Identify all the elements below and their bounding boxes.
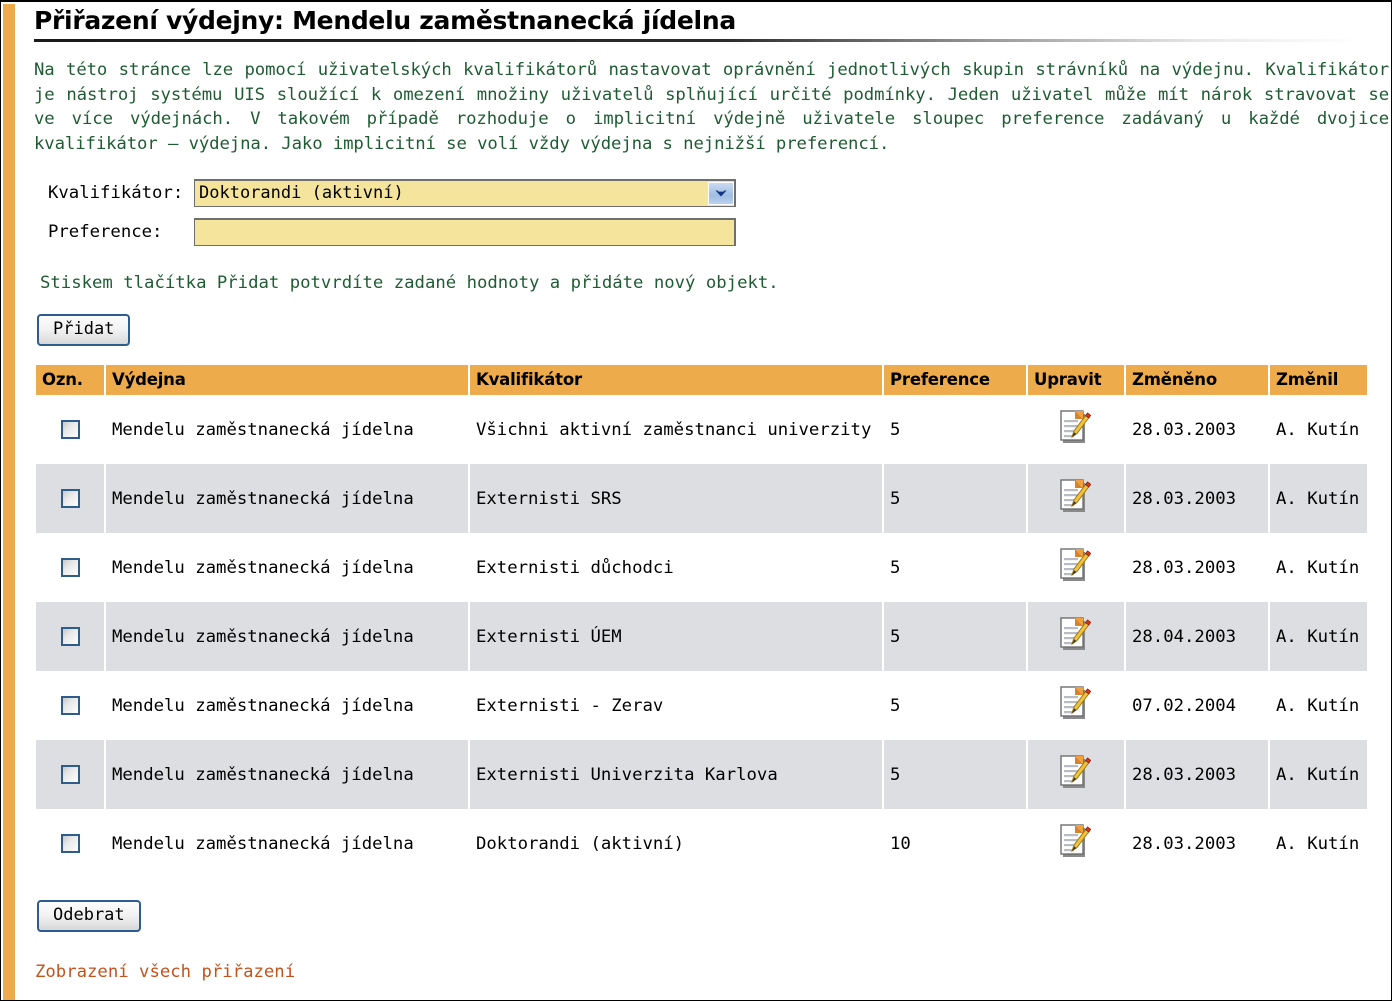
cell-canteen: Mendelu zaměstnanecká jídelna bbox=[106, 671, 468, 740]
cell-edit bbox=[1028, 671, 1124, 740]
table-row: Mendelu zaměstnanecká jídelna Externisti … bbox=[36, 671, 1367, 740]
cell-qualifier: Externisti Univerzita Karlova bbox=[470, 740, 882, 809]
cell-changed: 28.03.2003 bbox=[1126, 740, 1268, 809]
cell-qualifier: Externisti ÚEM bbox=[470, 602, 882, 671]
row-checkbox[interactable] bbox=[60, 834, 80, 853]
cell-changed-by[interactable]: A. Kutín bbox=[1270, 395, 1367, 464]
cell-qualifier: Doktorandi (aktivní) bbox=[470, 809, 882, 878]
cell-qualifier: Externisti SRS bbox=[470, 464, 882, 533]
cell-edit bbox=[1028, 464, 1124, 533]
edit-document-pencil-icon[interactable] bbox=[1059, 823, 1093, 859]
cell-canteen: Mendelu zaměstnanecká jídelna bbox=[106, 809, 468, 878]
cell-edit bbox=[1028, 395, 1124, 464]
preference-row: Preference: bbox=[42, 217, 1364, 247]
column-header-preference[interactable]: Preference bbox=[884, 365, 1026, 395]
table-row: Mendelu zaměstnanecká jídelna Externisti … bbox=[36, 602, 1367, 671]
intro-paragraph: Na této stránce lze pomocí uživatelských… bbox=[34, 60, 1389, 154]
cell-preference: 5 bbox=[884, 533, 1026, 602]
column-header-changed-by[interactable]: Změnil bbox=[1270, 365, 1367, 395]
row-select-cell bbox=[36, 602, 104, 671]
cell-qualifier: Externisti - Zerav bbox=[470, 671, 882, 740]
edit-document-pencil-icon[interactable] bbox=[1059, 478, 1093, 514]
cell-preference: 5 bbox=[884, 464, 1026, 533]
column-header-changed[interactable]: Změněno bbox=[1126, 365, 1268, 395]
remove-button[interactable]: Odebrat bbox=[37, 900, 141, 932]
table-header-row: Ozn. Výdejna Kvalifikátor Preference Upr… bbox=[36, 365, 1367, 395]
qualifier-label: Kvalifikátor: bbox=[48, 183, 184, 203]
show-all-assignments-link[interactable]: Zobrazení všech přiřazení bbox=[35, 962, 295, 982]
table-row: Mendelu zaměstnanecká jídelna Externisti … bbox=[36, 464, 1367, 533]
table-row: Mendelu zaměstnanecká jídelna Externisti … bbox=[36, 533, 1367, 602]
cell-preference: 10 bbox=[884, 809, 1026, 878]
form-hint-text: Stiskem tlačítka Přidat potvrdíte zadané… bbox=[40, 273, 779, 293]
cell-canteen: Mendelu zaměstnanecká jídelna bbox=[106, 740, 468, 809]
row-checkbox[interactable] bbox=[60, 765, 80, 784]
qualifier-row: Kvalifikátor: Doktorandi (aktivní) bbox=[42, 178, 1364, 208]
edit-document-pencil-icon[interactable] bbox=[1059, 547, 1093, 583]
edit-document-pencil-icon[interactable] bbox=[1059, 616, 1093, 652]
page-title: Přiřazení výdejny: Mendelu zaměstnanecká… bbox=[34, 6, 736, 35]
cell-changed-by[interactable]: A. Kutín bbox=[1270, 602, 1367, 671]
cell-changed-by[interactable]: A. Kutín bbox=[1270, 464, 1367, 533]
cell-canteen: Mendelu zaměstnanecká jídelna bbox=[106, 464, 468, 533]
cell-changed-by[interactable]: A. Kutín bbox=[1270, 671, 1367, 740]
row-select-cell bbox=[36, 533, 104, 602]
column-header-qualifier[interactable]: Kvalifikátor bbox=[470, 365, 882, 395]
cell-changed: 28.03.2003 bbox=[1126, 533, 1268, 602]
title-divider bbox=[34, 39, 1361, 42]
column-header-edit[interactable]: Upravit bbox=[1028, 365, 1124, 395]
cell-qualifier: Externisti důchodci bbox=[470, 533, 882, 602]
column-header-canteen[interactable]: Výdejna bbox=[106, 365, 468, 395]
cell-edit bbox=[1028, 533, 1124, 602]
row-select-cell bbox=[36, 671, 104, 740]
cell-changed-by[interactable]: A. Kutín bbox=[1270, 533, 1367, 602]
cell-changed-by[interactable]: A. Kutín bbox=[1270, 809, 1367, 878]
cell-edit bbox=[1028, 602, 1124, 671]
edit-document-pencil-icon[interactable] bbox=[1059, 685, 1093, 721]
page-content: Přiřazení výdejny: Mendelu zaměstnanecká… bbox=[34, 6, 1389, 982]
cell-canteen: Mendelu zaměstnanecká jídelna bbox=[106, 602, 468, 671]
table-row: Mendelu zaměstnanecká jídelna Všichni akt… bbox=[36, 395, 1367, 464]
cell-changed: 28.03.2003 bbox=[1126, 809, 1268, 878]
cell-changed: 28.04.2003 bbox=[1126, 602, 1268, 671]
column-header-mark[interactable]: Ozn. bbox=[36, 365, 104, 395]
assignments-table: Ozn. Výdejna Kvalifikátor Preference Upr… bbox=[34, 365, 1369, 878]
cell-changed: 28.03.2003 bbox=[1126, 395, 1268, 464]
page-frame: Přiřazení výdejny: Mendelu zaměstnanecká… bbox=[0, 0, 1392, 1001]
cell-qualifier: Všichni aktivní zaměstnanci univerzity bbox=[470, 395, 882, 464]
cell-preference: 5 bbox=[884, 740, 1026, 809]
cell-edit bbox=[1028, 740, 1124, 809]
qualifier-field-wrap: Doktorandi (aktivní) bbox=[194, 179, 736, 207]
assignment-form: Kvalifikátor: Doktorandi (aktivní) Prefe… bbox=[42, 178, 1364, 247]
cell-edit bbox=[1028, 809, 1124, 878]
row-checkbox[interactable] bbox=[60, 627, 80, 646]
left-accent-stripe bbox=[3, 4, 15, 1000]
row-checkbox[interactable] bbox=[60, 489, 80, 508]
row-select-cell bbox=[36, 395, 104, 464]
table-body: Mendelu zaměstnanecká jídelna Všichni akt… bbox=[36, 395, 1367, 878]
row-checkbox[interactable] bbox=[60, 696, 80, 715]
edit-document-pencil-icon[interactable] bbox=[1059, 409, 1093, 445]
preference-label: Preference: bbox=[48, 222, 163, 242]
table-row: Mendelu zaměstnanecká jídelna Doktorandi … bbox=[36, 809, 1367, 878]
cell-canteen: Mendelu zaměstnanecká jídelna bbox=[106, 533, 468, 602]
row-select-cell bbox=[36, 740, 104, 809]
qualifier-select[interactable]: Doktorandi (aktivní) bbox=[195, 181, 734, 206]
cell-preference: 5 bbox=[884, 602, 1026, 671]
cell-preference: 5 bbox=[884, 671, 1026, 740]
cell-changed-by[interactable]: A. Kutín bbox=[1270, 740, 1367, 809]
cell-preference: 5 bbox=[884, 395, 1026, 464]
table-row: Mendelu zaměstnanecká jídelna Externisti … bbox=[36, 740, 1367, 809]
row-select-cell bbox=[36, 464, 104, 533]
cell-canteen: Mendelu zaměstnanecká jídelna bbox=[106, 395, 468, 464]
preference-field-wrap bbox=[194, 218, 736, 246]
add-button[interactable]: Přidat bbox=[37, 314, 131, 346]
row-checkbox[interactable] bbox=[60, 558, 80, 577]
preference-input[interactable] bbox=[195, 220, 734, 245]
cell-changed: 07.02.2004 bbox=[1126, 671, 1268, 740]
row-select-cell bbox=[36, 809, 104, 878]
cell-changed: 28.03.2003 bbox=[1126, 464, 1268, 533]
row-checkbox[interactable] bbox=[60, 420, 80, 439]
edit-document-pencil-icon[interactable] bbox=[1059, 754, 1093, 790]
